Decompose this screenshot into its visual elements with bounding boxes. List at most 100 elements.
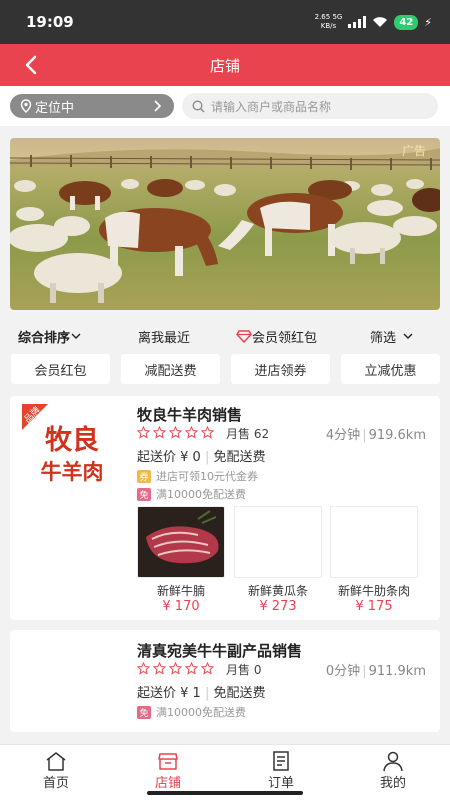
- charging-icon: ⚡: [424, 15, 432, 29]
- tab-shop[interactable]: 店铺: [133, 750, 203, 791]
- ad-tag: 广告: [401, 144, 426, 158]
- shop-distance: 911.9km: [368, 664, 426, 679]
- location-label: 定位中: [35, 100, 75, 116]
- delivery-fee: 免配送费: [213, 450, 266, 465]
- sort-member-redpacket-label: 会员领红包: [252, 330, 318, 346]
- profile-icon: [383, 751, 403, 772]
- chip-instant-discount[interactable]: 立减优惠: [341, 354, 440, 384]
- sort-bar: 综合排序 离我最近 会员领红包 筛选: [0, 320, 450, 352]
- wifi-icon: [373, 17, 388, 27]
- sort-comprehensive-label: 综合排序: [18, 330, 71, 346]
- min-order: 起送价 ¥ 0 | 免配送费: [137, 450, 266, 465]
- shop-name: 清真宛美牛牛副产品销售: [137, 642, 303, 660]
- shop-name: 牧良牛羊肉销售: [137, 406, 243, 424]
- star-icon: [137, 426, 150, 439]
- battery-indicator: 42: [394, 14, 419, 30]
- sort-filter[interactable]: 筛选: [370, 327, 414, 346]
- product-image: [330, 506, 418, 578]
- shop-icon: [158, 753, 178, 770]
- filter-chips: 会员红包 减配送费 进店领券 立减优惠: [0, 354, 450, 386]
- star-icon: [185, 662, 198, 675]
- chevron-down-icon: [71, 333, 81, 339]
- shop-card[interactable]: 品牌 牧良 牛羊肉 牧良牛羊肉销售 月售 62 4分钟 | 919.6km 起送价 …: [10, 396, 440, 620]
- delivery-fee: 免配送费: [213, 686, 266, 701]
- min-order: 起送价 ¥ 1 | 免配送费: [137, 686, 266, 701]
- product-name: 新鲜黄瓜条: [247, 584, 308, 598]
- signal-icon: [348, 16, 367, 28]
- rating-stars: [137, 426, 214, 439]
- chevron-right-icon: [154, 100, 162, 112]
- product-image: [137, 506, 225, 578]
- star-icon: [185, 426, 198, 439]
- promo-free-delivery: 免 满10000免配送费: [137, 486, 246, 502]
- star-icon: [201, 662, 214, 675]
- free-text: 满10000免配送费: [156, 706, 246, 719]
- sort-filter-label: 筛选: [370, 330, 397, 346]
- status-bar: 19:09 2.65 5G KB/s 42 ⚡: [0, 0, 450, 44]
- sort-comprehensive[interactable]: 综合排序: [18, 327, 82, 346]
- sort-nearest[interactable]: 离我最近: [138, 327, 190, 346]
- banner-image: [10, 138, 440, 310]
- status-indicators: 2.65 5G KB/s 42 ⚡: [315, 13, 432, 31]
- diamond-icon: [236, 329, 252, 343]
- shop-meta: 4分钟 | 919.6km: [325, 428, 426, 443]
- search-input[interactable]: 请输入商户或商品名称: [182, 93, 438, 119]
- home-indicator: [147, 791, 303, 795]
- home-icon: [46, 752, 66, 771]
- monthly-sales: 月售 0: [226, 663, 262, 677]
- star-icon: [153, 426, 166, 439]
- tab-home-label: 首页: [42, 776, 69, 791]
- chip-store-coupon[interactable]: 进店领券: [231, 354, 330, 384]
- product-price: ¥ 170: [162, 599, 200, 614]
- product-item[interactable]: 新鲜牛腩 ¥ 170: [137, 506, 225, 614]
- shop-distance: 919.6km: [368, 428, 426, 443]
- product-name: 新鲜牛腩: [156, 584, 205, 598]
- product-image: [234, 506, 322, 578]
- tab-orders[interactable]: 订单: [246, 750, 316, 791]
- sort-nearest-label: 离我最近: [138, 330, 191, 346]
- search-row: 定位中 请输入商户或商品名称: [0, 86, 450, 126]
- delivery-time: 4分钟: [325, 428, 361, 443]
- free-text: 满10000免配送费: [156, 488, 246, 501]
- shop-meta: 0分钟 | 911.9km: [325, 664, 426, 679]
- product-item[interactable]: 新鲜牛肋条肉 ¥ 175: [330, 506, 418, 614]
- chevron-down-icon: [403, 333, 413, 339]
- product-name: 新鲜牛肋条肉: [337, 584, 410, 598]
- min-order-value: 起送价 ¥ 1: [137, 686, 201, 701]
- page-title: 店铺: [209, 56, 240, 75]
- ad-banner[interactable]: 广告: [10, 138, 440, 310]
- rating-stars: [137, 662, 214, 675]
- svg-text:牛羊肉: 牛羊肉: [41, 460, 104, 484]
- product-price: ¥ 175: [355, 599, 393, 614]
- status-time: 19:09: [26, 13, 74, 31]
- order-icon: [273, 751, 289, 771]
- net-speed-value: 2.65: [314, 13, 331, 21]
- search-placeholder: 请输入商户或商品名称: [211, 99, 332, 114]
- min-order-value: 起送价 ¥ 0: [137, 450, 201, 465]
- coupon-badge: 券: [137, 469, 151, 483]
- coupon-text: 进店可领10元代金券: [156, 470, 258, 483]
- network-speed: 2.65 5G KB/s: [315, 13, 343, 31]
- tab-home[interactable]: 首页: [21, 750, 91, 791]
- star-icon: [153, 662, 166, 675]
- star-icon: [137, 662, 150, 675]
- back-icon[interactable]: [22, 54, 42, 76]
- search-icon: [192, 100, 205, 112]
- product-item[interactable]: 新鲜黄瓜条 ¥ 273: [234, 506, 322, 614]
- delivery-time: 0分钟: [325, 664, 361, 679]
- promo-free-delivery: 免 满10000免配送费: [137, 704, 246, 720]
- product-price: ¥ 273: [259, 599, 297, 614]
- chip-member-redpacket[interactable]: 会员红包: [11, 354, 110, 384]
- location-pin-icon: [20, 99, 32, 113]
- free-badge: 免: [137, 705, 151, 719]
- monthly-sales: 月售 62: [226, 427, 270, 441]
- location-selector[interactable]: 定位中: [10, 94, 174, 118]
- sort-member-redpacket[interactable]: 会员领红包: [236, 327, 317, 346]
- tab-profile[interactable]: 我的: [358, 750, 428, 791]
- chip-reduce-delivery[interactable]: 减配送费: [121, 354, 220, 384]
- net-type: 5G: [332, 13, 343, 21]
- free-badge: 免: [137, 487, 151, 501]
- svg-text:牧良: 牧良: [45, 424, 99, 456]
- shop-card[interactable]: 清真宛美牛牛副产品销售 月售 0 0分钟 | 911.9km 起送价 ¥ 1 | 免…: [10, 630, 440, 732]
- shop-logo: 品牌 牧良 牛羊肉: [21, 404, 122, 504]
